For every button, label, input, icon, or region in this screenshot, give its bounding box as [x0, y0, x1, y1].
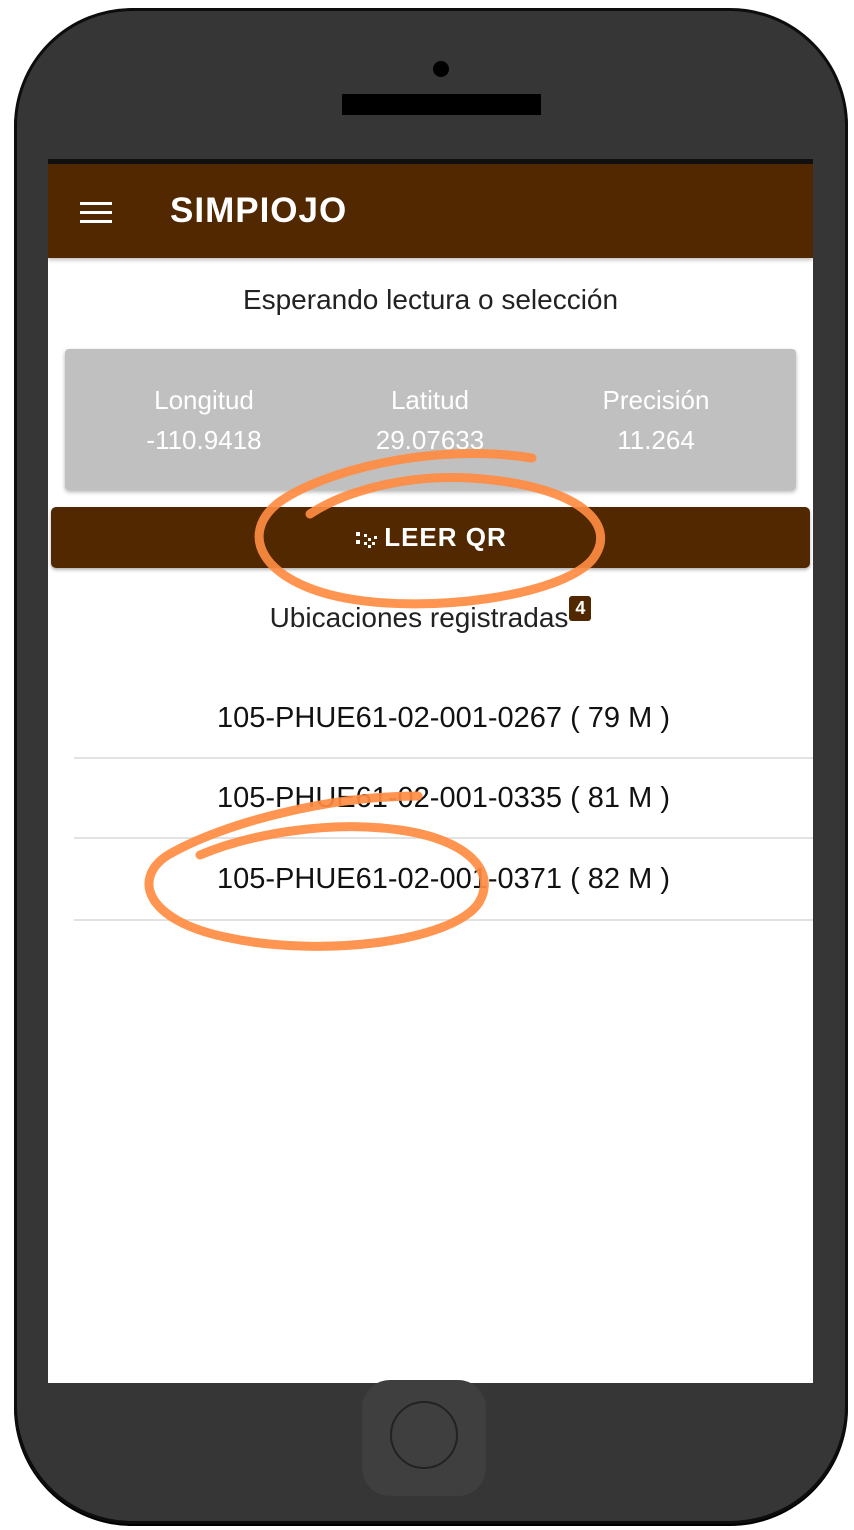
front-camera — [433, 61, 449, 77]
longitude-value: -110.9418 — [146, 425, 262, 455]
precision-block: Precisión 11.264 — [546, 380, 766, 460]
latitude-value: 29.07633 — [375, 425, 485, 455]
app-title: SIMPIOJO — [170, 191, 348, 230]
locations-header: Ubicaciones registradas 4 — [48, 596, 813, 634]
hamburger-menu-icon[interactable] — [80, 202, 112, 224]
app-bar: SIMPIOJO — [48, 164, 813, 258]
longitude-block: Longitud -110.9418 — [94, 380, 314, 460]
latitude-block: Latitud 29.07633 — [320, 380, 540, 460]
location-item[interactable]: 105-PHUE61-02-001-0267 ( 79 M ) — [74, 679, 813, 759]
longitude-label: Longitud — [154, 385, 254, 415]
status-message: Esperando lectura o selección — [242, 284, 619, 315]
home-button[interactable] — [362, 1380, 486, 1496]
app-screen: SIMPIOJO Esperando lectura o selección L… — [48, 159, 813, 1383]
coordinates-card: Longitud -110.9418 Latitud 29.07633 Prec… — [65, 349, 796, 490]
qr-code-icon — [356, 531, 378, 548]
precision-value: 11.264 — [617, 425, 695, 455]
precision-label: Precisión — [602, 385, 710, 415]
locations-header-label: Ubicaciones registradas — [269, 602, 569, 633]
read-qr-label: LEER QR — [384, 522, 507, 552]
location-item[interactable]: 105-PHUE61-02-001-0335 ( 81 M ) — [74, 759, 813, 839]
home-button-ring — [390, 1401, 458, 1469]
latitude-label: Latitud — [390, 385, 470, 415]
earpiece-speaker — [342, 94, 541, 115]
locations-list: 105-PHUE61-02-001-0267 ( 79 M ) 105-PHUE… — [74, 679, 813, 921]
read-qr-button[interactable]: LEER QR — [51, 507, 810, 568]
location-item[interactable]: 105-PHUE61-02-001-0371 ( 82 M ) — [74, 839, 813, 921]
locations-count-badge: 4 — [569, 596, 592, 621]
